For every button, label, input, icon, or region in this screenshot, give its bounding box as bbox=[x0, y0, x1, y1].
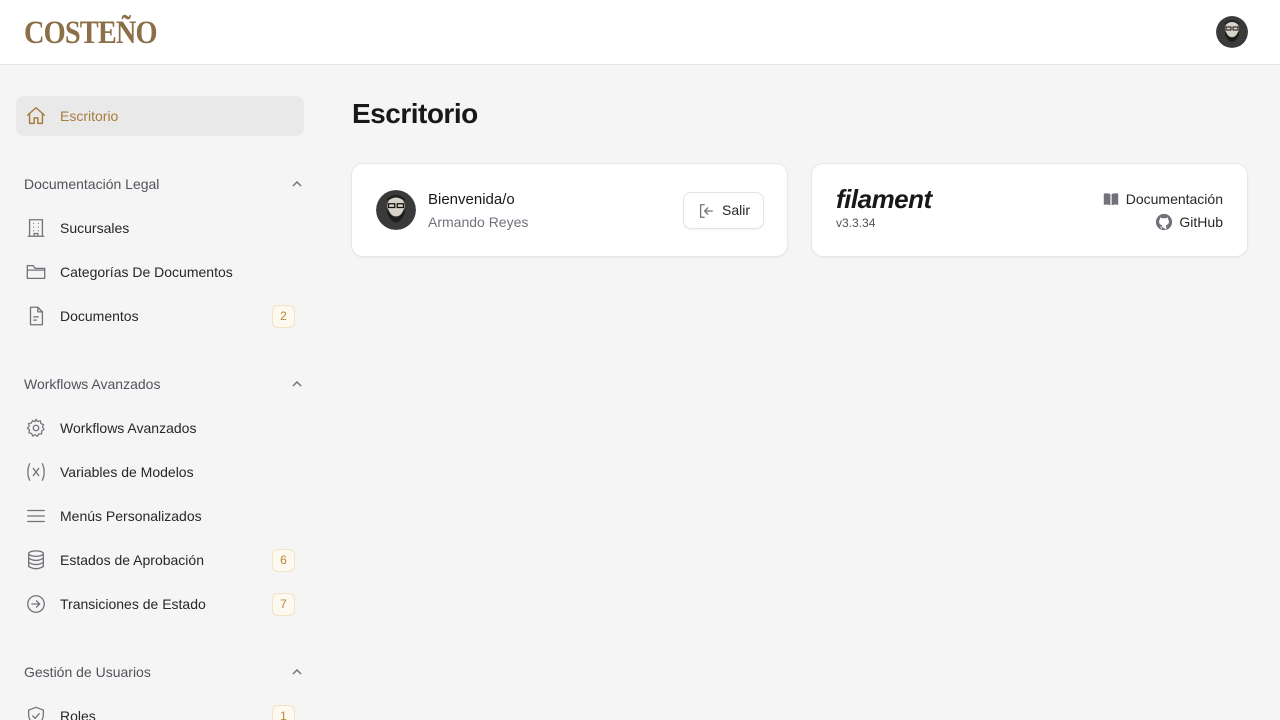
account-widget: Bienvenida/o Armando Reyes Salir bbox=[351, 163, 788, 257]
sidebar-item-estados[interactable]: Estados de Aprobación 6 bbox=[16, 540, 304, 580]
chevron-up-icon bbox=[292, 668, 302, 675]
brand-logo[interactable]: COSTEÑO bbox=[24, 14, 158, 52]
nav-group-title: Workflows Avanzados bbox=[24, 376, 161, 392]
sidebar-item-categorias[interactable]: Categorías De Documentos bbox=[16, 252, 304, 292]
home-icon bbox=[27, 107, 45, 125]
arrow-circle-icon bbox=[27, 595, 45, 613]
sidebar-item-label: Documentos bbox=[60, 308, 139, 324]
account-avatar bbox=[376, 190, 416, 230]
logout-icon bbox=[699, 204, 713, 218]
user-name: Armando Reyes bbox=[428, 214, 529, 230]
sidebar-item-workflows-avanzados[interactable]: Workflows Avanzados bbox=[16, 408, 304, 448]
count-badge: 6 bbox=[272, 549, 295, 572]
document-icon bbox=[29, 306, 44, 326]
variable-icon bbox=[27, 463, 45, 481]
github-label: GitHub bbox=[1179, 214, 1223, 230]
sidebar-item-escritorio[interactable]: Escritorio bbox=[16, 96, 304, 136]
sidebar-item-variables[interactable]: Variables de Modelos bbox=[16, 452, 304, 492]
logout-label: Salir bbox=[722, 202, 751, 218]
nav-group-title: Documentación Legal bbox=[24, 176, 160, 192]
sidebar-item-label: Estados de Aprobación bbox=[60, 552, 204, 568]
building-icon bbox=[27, 219, 45, 237]
book-icon bbox=[1103, 193, 1118, 206]
sidebar-item-transiciones[interactable]: Transiciones de Estado 7 bbox=[16, 584, 304, 624]
sidebar-item-label: Workflows Avanzados bbox=[60, 420, 197, 436]
filament-info-widget: filament v3.3.34 Documentación GitHub bbox=[811, 163, 1248, 257]
nav-group-gestion-usuarios[interactable]: Gestión de Usuarios bbox=[24, 662, 304, 682]
documentation-link[interactable]: Documentación bbox=[1102, 190, 1223, 208]
logout-button[interactable]: Salir bbox=[683, 192, 764, 229]
top-bar: COSTEÑO bbox=[0, 0, 1280, 65]
user-avatar-menu[interactable] bbox=[1216, 16, 1248, 48]
database-icon bbox=[28, 550, 44, 570]
chevron-up-icon bbox=[292, 380, 302, 387]
sidebar-item-roles[interactable]: Roles 1 bbox=[16, 696, 304, 720]
sidebar-item-label: Menús Personalizados bbox=[60, 508, 202, 524]
sidebar-item-label: Categorías De Documentos bbox=[60, 264, 233, 280]
sidebar-item-label: Roles bbox=[60, 708, 96, 720]
sidebar-item-label: Variables de Modelos bbox=[60, 464, 194, 480]
gear-icon bbox=[26, 418, 45, 437]
count-badge: 2 bbox=[272, 305, 295, 328]
user-avatar-icon bbox=[1216, 16, 1248, 48]
github-icon bbox=[1156, 213, 1173, 231]
folder-icon bbox=[26, 264, 46, 280]
github-link[interactable]: GitHub bbox=[1155, 213, 1223, 231]
count-badge: 1 bbox=[272, 705, 295, 720]
sidebar-item-label: Transiciones de Estado bbox=[60, 596, 206, 612]
filament-logo[interactable]: filament bbox=[836, 184, 932, 215]
sidebar-item-label: Escritorio bbox=[60, 108, 119, 124]
sidebar-item-label: Sucursales bbox=[60, 220, 130, 236]
count-badge: 7 bbox=[272, 593, 295, 616]
user-avatar-icon bbox=[376, 190, 416, 230]
shield-check-icon bbox=[28, 706, 44, 720]
nav-group-documentacion-legal[interactable]: Documentación Legal bbox=[24, 174, 304, 194]
documentation-label: Documentación bbox=[1125, 191, 1223, 207]
welcome-heading: Bienvenida/o bbox=[428, 191, 515, 208]
nav-group-workflows[interactable]: Workflows Avanzados bbox=[24, 374, 304, 394]
menu-bars-icon bbox=[27, 509, 45, 523]
nav-group-title: Gestión de Usuarios bbox=[24, 664, 151, 680]
sidebar-item-menus[interactable]: Menús Personalizados bbox=[16, 496, 304, 536]
chevron-up-icon bbox=[292, 180, 302, 187]
sidebar: Escritorio Documentación Legal Sucursale… bbox=[0, 65, 320, 720]
sidebar-item-documentos[interactable]: Documentos 2 bbox=[16, 296, 304, 336]
page-title: Escritorio bbox=[352, 98, 478, 129]
sidebar-item-sucursales[interactable]: Sucursales bbox=[16, 208, 304, 248]
filament-version: v3.3.34 bbox=[836, 216, 876, 230]
